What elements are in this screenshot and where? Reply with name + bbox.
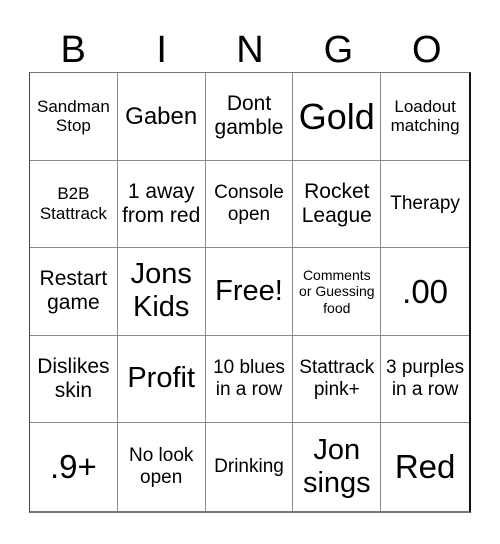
bingo-cell[interactable]: Sandman Stop — [30, 73, 118, 161]
bingo-cell[interactable]: .9+ — [30, 423, 118, 511]
bingo-cell[interactable]: Profit — [117, 335, 206, 424]
bingo-cell[interactable]: Dislikes skin — [30, 335, 118, 424]
bingo-cell[interactable]: B2B Stattrack — [30, 160, 118, 249]
header-letter-i: I — [156, 29, 167, 71]
bingo-cell[interactable]: Stattrack pink+ — [293, 335, 382, 424]
bingo-cell[interactable]: Jons Kids — [117, 248, 206, 336]
bingo-cell[interactable]: Gaben — [117, 73, 206, 161]
bingo-cell[interactable]: Comments or Guessing food — [293, 248, 382, 336]
header-letter-o: O — [412, 29, 442, 71]
bingo-cell[interactable]: Red — [381, 423, 469, 511]
bingo-cell[interactable]: .00 — [381, 248, 469, 336]
bingo-cell[interactable]: 3 purples in a row — [381, 336, 469, 424]
bingo-cell[interactable]: No look open — [118, 423, 206, 511]
bingo-cell[interactable]: Restart game — [30, 248, 118, 336]
header-letter-g: G — [323, 29, 354, 71]
bingo-cell[interactable]: 1 away from red — [117, 160, 206, 249]
bingo-cell[interactable]: Free! — [205, 248, 294, 336]
header-letter-n: N — [236, 29, 264, 71]
bingo-cell[interactable]: Gold — [293, 73, 382, 161]
bingo-cell[interactable]: Jon sings — [293, 423, 382, 511]
bingo-header: B I N G O — [29, 28, 471, 72]
header-letter-b: B — [60, 29, 86, 71]
bingo-cell[interactable]: Loadout matching — [381, 73, 469, 161]
bingo-cell[interactable]: Drinking — [206, 423, 294, 511]
bingo-cell[interactable]: Rocket League — [293, 160, 382, 249]
bingo-cell[interactable]: Therapy — [381, 161, 469, 249]
bingo-card: Sandman Stop Gaben Dont gamble Gold Load… — [29, 72, 471, 513]
bingo-cell[interactable]: 10 blues in a row — [205, 335, 294, 424]
bingo-cell[interactable]: Console open — [205, 160, 294, 249]
bingo-cell[interactable]: Dont gamble — [205, 73, 294, 161]
